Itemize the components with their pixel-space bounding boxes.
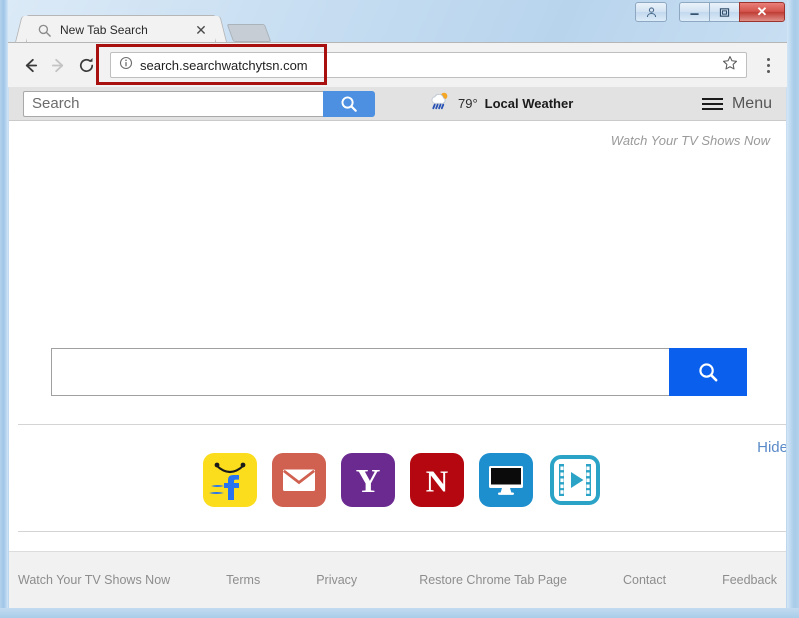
close-button[interactable]: ✕ — [739, 2, 785, 22]
sun-rain-cloud-icon — [429, 91, 451, 116]
header-search-button[interactable] — [323, 90, 375, 117]
weather-label: Local Weather — [484, 96, 574, 111]
header-search-input[interactable] — [23, 90, 323, 117]
browser-tab[interactable]: New Tab Search ✕ — [26, 15, 216, 44]
header-search-group — [23, 90, 375, 117]
three-dot-menu-icon[interactable] — [757, 51, 779, 79]
site-header-bar: 79° Local Weather Menu — [9, 87, 786, 121]
tile-tv[interactable] — [478, 453, 533, 507]
main-search-group — [51, 348, 747, 396]
address-bar[interactable]: search.searchwatchytsn.com — [110, 52, 747, 78]
svg-text:Y: Y — [355, 463, 380, 500]
site-menu-label: Menu — [731, 94, 772, 112]
bookmark-star-icon[interactable] — [722, 55, 738, 76]
footer-link-contact[interactable]: Contact — [623, 573, 666, 587]
page-footer: Watch Your TV Shows Now Terms Privacy Re… — [9, 551, 786, 608]
page-content: Watch Your TV Shows Now Hide Y N — [9, 121, 786, 608]
tile-video[interactable] — [547, 453, 602, 507]
minimize-button[interactable] — [679, 2, 709, 22]
address-bar-url: search.searchwatchytsn.com — [140, 57, 308, 73]
tab-title: New Tab Search — [60, 23, 148, 37]
tile-netflix[interactable]: N — [409, 453, 464, 507]
window-border-right — [787, 0, 799, 618]
browser-window: New Tab Search ✕ ✕ search.searchwatchyts… — [0, 0, 799, 618]
user-account-icon[interactable] — [635, 2, 667, 22]
magnifier-icon — [37, 23, 52, 38]
footer-link-restore[interactable]: Restore Chrome Tab Page — [419, 573, 567, 587]
svg-text:N: N — [425, 464, 447, 499]
maximize-button[interactable] — [709, 2, 739, 22]
forward-arrow-icon — [44, 51, 72, 79]
tile-flipkart[interactable] — [202, 453, 257, 507]
new-tab-button[interactable] — [226, 24, 272, 42]
window-border-bottom — [0, 608, 799, 618]
local-weather-widget[interactable]: 79° Local Weather — [429, 91, 573, 116]
window-border-left — [0, 0, 8, 618]
main-search-button[interactable] — [669, 348, 747, 396]
browser-toolbar: search.searchwatchytsn.com — [8, 42, 787, 87]
page-tagline[interactable]: Watch Your TV Shows Now — [611, 133, 770, 148]
weather-temperature: 79° — [458, 96, 478, 111]
hamburger-icon — [701, 97, 723, 110]
window-controls: ✕ — [635, 2, 785, 22]
shortcut-tiles: Y N — [18, 453, 786, 507]
page-info-icon[interactable] — [119, 56, 133, 75]
tile-gmail[interactable] — [271, 453, 326, 507]
close-icon[interactable]: ✕ — [193, 22, 209, 38]
site-menu-button[interactable]: Menu — [701, 94, 772, 113]
footer-link-feedback[interactable]: Feedback — [722, 573, 777, 587]
tile-yahoo[interactable]: Y — [340, 453, 395, 507]
footer-link-watch[interactable]: Watch Your TV Shows Now — [18, 573, 170, 587]
shortcut-tiles-panel: Hide Y N — [18, 424, 786, 532]
footer-link-terms[interactable]: Terms — [226, 573, 260, 587]
back-arrow-icon[interactable] — [16, 51, 44, 79]
reload-icon[interactable] — [72, 51, 100, 79]
main-search-input[interactable] — [51, 348, 669, 396]
footer-link-privacy[interactable]: Privacy — [316, 573, 357, 587]
